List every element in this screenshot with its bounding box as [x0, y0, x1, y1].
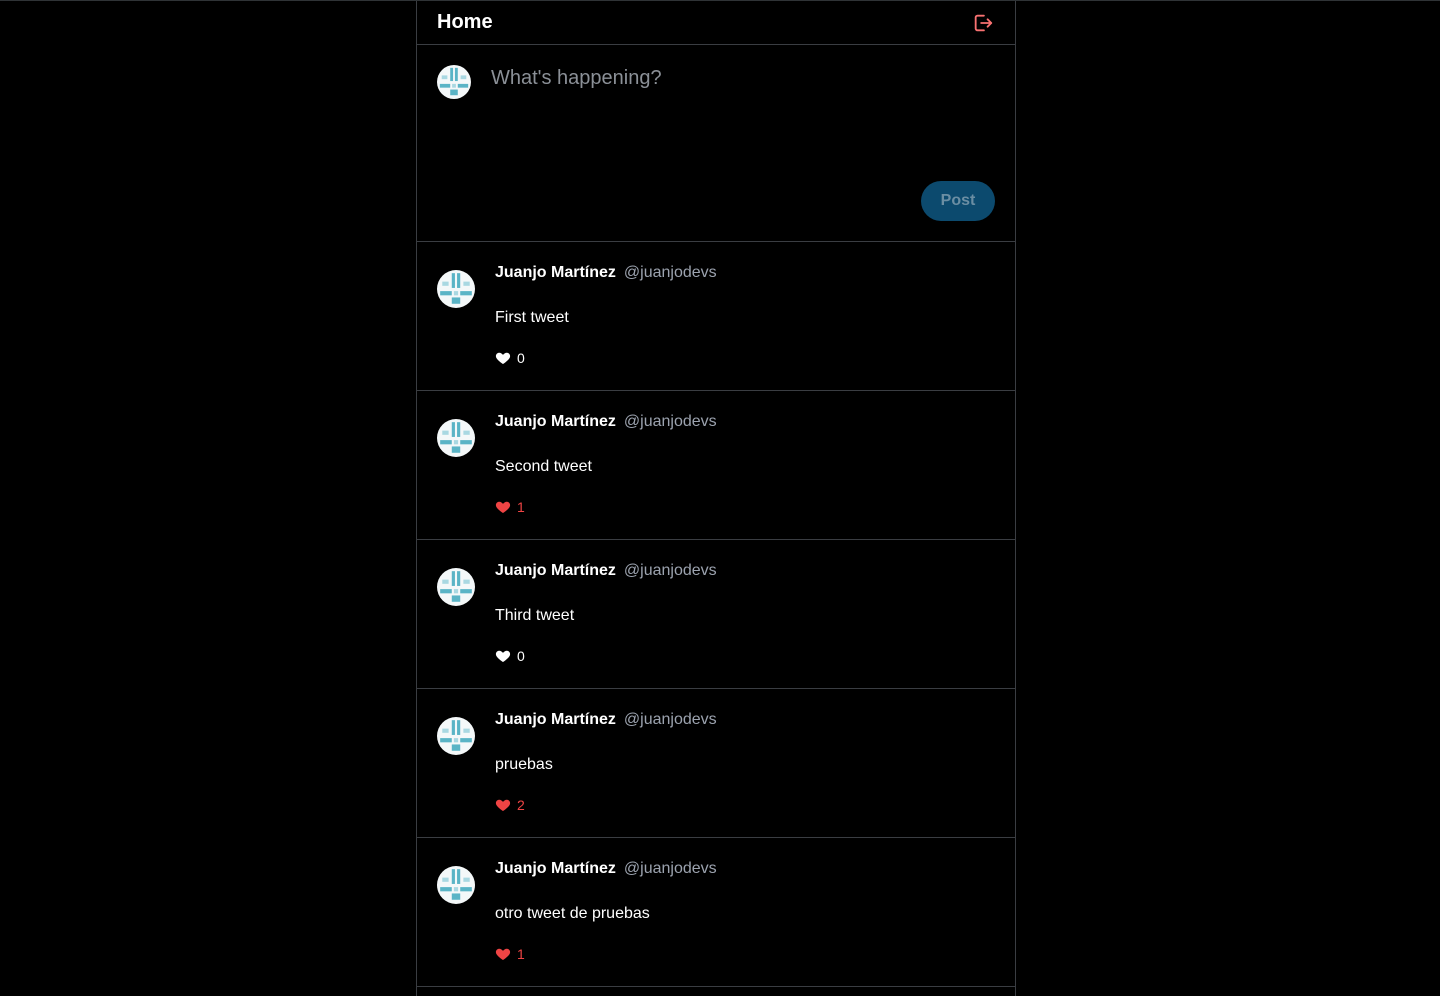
like-count: 0 [517, 648, 525, 664]
like-count: 1 [517, 499, 525, 515]
page-title: Home [437, 11, 493, 33]
tweet-header: Juanjo Martínez @juanjodevs [495, 413, 717, 431]
like-button[interactable]: 0 [495, 350, 525, 366]
like-button[interactable]: 1 [495, 499, 525, 515]
tweet-author-name: Juanjo Martínez [495, 264, 616, 281]
heart-icon [495, 648, 511, 664]
avatar [437, 717, 475, 755]
logout-button[interactable] [971, 11, 995, 35]
heart-icon [495, 499, 511, 515]
avatar [437, 866, 475, 904]
tweet-header: Juanjo Martínez @juanjodevs [495, 562, 717, 580]
tweet-composer: Post [417, 45, 1015, 242]
tweet-item: Juanjo Martínez @juanjodevs otro tweet d… [417, 838, 1015, 987]
tweet-item: Juanjo Martínez @juanjodevs Third tweet … [417, 540, 1015, 689]
tweet-header: Juanjo Martínez @juanjodevs [495, 264, 717, 282]
tweet-header: Juanjo Martínez @juanjodevs [495, 711, 717, 729]
tweet-text: Third tweet [495, 607, 575, 624]
like-button[interactable]: 0 [495, 648, 525, 664]
avatar [437, 419, 475, 457]
main-feed-column: Home Post Juanjo Martínez @juanjodevs Fi… [416, 1, 1016, 996]
avatar [437, 65, 471, 99]
tweet-author-handle: @juanjodevs [623, 264, 717, 281]
tweet-author-handle: @juanjodevs [623, 562, 717, 579]
avatar [437, 270, 475, 308]
tweet-header: Juanjo Martínez @juanjodevs [495, 860, 717, 878]
tweet-author-name: Juanjo Martínez [495, 413, 616, 430]
page: Home Post Juanjo Martínez @juanjodevs Fi… [0, 0, 1440, 996]
like-count: 1 [517, 946, 525, 962]
tweet-author-handle: @juanjodevs [623, 711, 717, 728]
tweet-text: otro tweet de pruebas [495, 905, 650, 922]
tweet-text: pruebas [495, 756, 553, 773]
compose-input[interactable] [491, 65, 991, 169]
tweet-author-name: Juanjo Martínez [495, 562, 616, 579]
tweet-author-handle: @juanjodevs [623, 860, 717, 877]
heart-icon [495, 350, 511, 366]
tweet-item: Juanjo Martínez @juanjodevs First tweet … [417, 242, 1015, 391]
avatar [437, 568, 475, 606]
tweet-author-name: Juanjo Martínez [495, 860, 616, 877]
like-button[interactable]: 2 [495, 797, 525, 813]
tweet-text: First tweet [495, 309, 569, 326]
top-header: Home [417, 1, 1015, 45]
tweet-text: Second tweet [495, 458, 592, 475]
tweet-author-handle: @juanjodevs [623, 413, 717, 430]
tweet-author-name: Juanjo Martínez [495, 711, 616, 728]
tweet-item: Juanjo Martínez @juanjodevs Second tweet… [417, 391, 1015, 540]
tweet-item: Juanjo Martínez @juanjodevs pruebas 2 [417, 689, 1015, 838]
logout-icon [974, 14, 993, 31]
like-button[interactable]: 1 [495, 946, 525, 962]
heart-icon [495, 797, 511, 813]
like-count: 0 [517, 350, 525, 366]
post-button[interactable]: Post [921, 181, 995, 221]
heart-icon [495, 946, 511, 962]
like-count: 2 [517, 797, 525, 813]
